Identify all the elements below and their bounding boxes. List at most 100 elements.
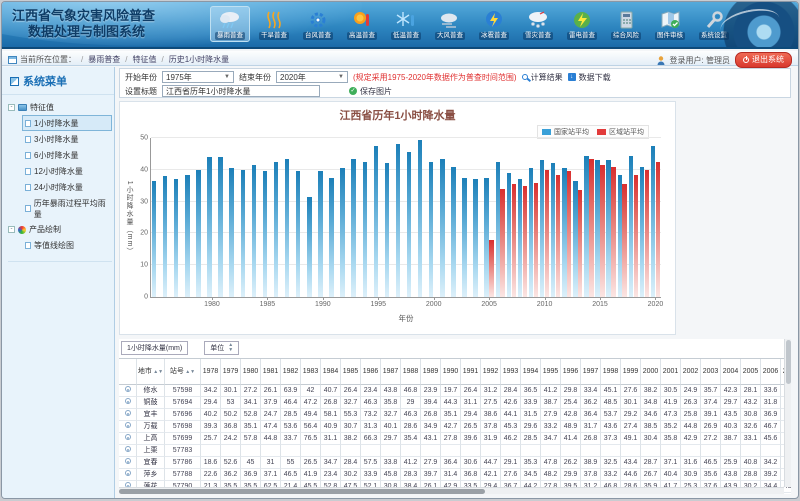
value-cell: 18.6 [201, 457, 221, 469]
nav-item-low-temp[interactable]: 低温普查 [386, 6, 426, 42]
nav-item-snow[interactable]: 雪灾普查 [518, 6, 558, 42]
table-vertical-scrollbar[interactable] [784, 339, 791, 487]
station-name-cell: 上栗 [137, 445, 165, 457]
sidebar-item-6h-precip[interactable]: 6小时降水量 [22, 147, 112, 163]
save-image-button[interactable]: ✓ 保存图片 [349, 86, 392, 97]
row-select-icon[interactable] [119, 445, 137, 457]
station-name-cell: 宜丰 [137, 409, 165, 421]
nav-item-hail[interactable]: 冰雹普查 [474, 6, 514, 42]
row-select-icon[interactable] [119, 457, 137, 469]
nav-item-drought[interactable]: 干旱普查 [254, 6, 294, 42]
value-cell [581, 445, 601, 457]
table-row[interactable]: 宜丰5769640.250.252.824.728.549.458.155.37… [119, 409, 791, 421]
value-cell [701, 445, 721, 457]
row-select-icon[interactable] [119, 409, 137, 421]
value-cell: 30.1 [221, 385, 241, 397]
legend-item-regional[interactable]: 区域站平均 [597, 127, 644, 137]
chart-bar-national [340, 168, 344, 297]
nav-item-lightning[interactable]: 雷电普查 [562, 6, 602, 42]
table-row[interactable]: 万载5769839.336.835.147.453.656.440.930.73… [119, 421, 791, 433]
start-year-select[interactable]: 1975年 ▼ [162, 71, 234, 83]
value-cell: 31.3 [361, 421, 381, 433]
nav-item-map-review[interactable]: 图件审核 [650, 6, 690, 42]
range-hint-text: (规定采用1975-2020年数据作为普查时间范围) [353, 72, 517, 83]
station-icon [125, 458, 131, 464]
end-year-select[interactable]: 2020年 ▼ [276, 71, 348, 83]
row-select-icon[interactable] [119, 421, 137, 433]
collapse-toggle-icon[interactable]: - [8, 104, 15, 111]
nav-item-comprehensive-risk[interactable]: 综合风险 [606, 6, 646, 42]
nav-item-typhoon[interactable]: 台风普查 [298, 6, 338, 42]
value-cell: 33.9 [521, 397, 541, 409]
table-row[interactable]: 修水5759834.230.127.226.163.94240.726.423.… [119, 385, 791, 397]
logout-button[interactable]: 退出系统 [735, 52, 792, 68]
user-icon [657, 56, 665, 65]
value-cell: 44.3 [441, 397, 461, 409]
chart-bar-national [529, 168, 533, 297]
download-button[interactable]: ↓ 数据下载 [568, 72, 611, 83]
value-cell: 32.7 [381, 409, 401, 421]
chart-bar-national [429, 162, 433, 297]
sidebar-item-product-drawing[interactable]: - 产品绘制 [8, 222, 112, 237]
unit-sort-box[interactable]: 单位 ▲▼ [204, 341, 239, 355]
value-cell: 29.7 [721, 397, 741, 409]
value-cell: 45.3 [501, 421, 521, 433]
row-select-icon[interactable] [119, 397, 137, 409]
chart-title-input[interactable] [162, 85, 320, 97]
value-cell [541, 445, 561, 457]
value-cell [521, 445, 541, 457]
value-cell: 28.4 [341, 457, 361, 469]
sidebar-item-24h-precip[interactable]: 24小时降水量 [22, 179, 112, 195]
value-cell: 28.4 [501, 385, 521, 397]
station-name-cell: 上高 [137, 433, 165, 445]
chart-bar-regional [645, 170, 649, 297]
value-cell: 31.8 [761, 397, 781, 409]
row-select-icon[interactable] [119, 385, 137, 397]
breadcrumb-item-survey[interactable]: 暴雨普查 [88, 54, 120, 65]
value-cell: 44.8 [681, 421, 701, 433]
table-row[interactable]: 宜春5778618.652.645315526.534.728.457.533.… [119, 457, 791, 469]
sidebar-item-1h-precip[interactable]: 1小时降水量 [22, 115, 112, 131]
breadcrumb-item-feature[interactable]: 特征值 [132, 54, 156, 65]
station-icon [125, 422, 131, 428]
sidebar-item-storm-process-avg[interactable]: 历年暴雨过程平均雨量 [22, 195, 112, 222]
nav-item-rainstorm[interactable]: 暴雨普查 [210, 6, 250, 42]
row-select-icon[interactable] [119, 469, 137, 481]
sidebar-item-feature-values[interactable]: - 特征值 [8, 100, 112, 115]
station-id-cell: 57699 [165, 433, 201, 445]
value-cell: 40.7 [321, 385, 341, 397]
collapse-toggle-icon[interactable]: - [8, 226, 15, 233]
value-cell: 27.5 [481, 397, 501, 409]
sort-arrows-icon[interactable]: ▲▼ [152, 369, 163, 375]
nav-item-high-temp[interactable]: 高温普查 [342, 6, 382, 42]
sort-arrows-icon[interactable]: ▲▼ [184, 369, 195, 375]
table-row[interactable]: 上栗57783 [119, 445, 791, 457]
value-cell: 38.2 [641, 385, 661, 397]
year-header-cell: 1998 [601, 359, 621, 385]
lightning-icon [569, 9, 595, 31]
table-row[interactable]: 铜鼓5769429.45334.137.946.447.226.832.746.… [119, 397, 791, 409]
x-axis-tick-label: 1995 [370, 301, 386, 308]
station-id-cell: 57698 [165, 421, 201, 433]
table-row[interactable]: 上高5769925.724.257.844.833.776.531.138.26… [119, 433, 791, 445]
city-column-header[interactable]: 地市 ▲▼ [137, 359, 165, 385]
sidebar-item-12h-precip[interactable]: 12小时降水量 [22, 163, 112, 179]
nav-item-gale[interactable]: 大风普查 [430, 6, 470, 42]
value-cell: 31.5 [521, 409, 541, 421]
station-column-header[interactable]: 站号 ▲▼ [165, 359, 201, 385]
sidebar-item-isoline-drawing[interactable]: 等值线绘图 [22, 237, 112, 253]
metric-filter-box[interactable]: 1小时降水量(mm) [121, 341, 188, 355]
value-cell [681, 445, 701, 457]
low-temp-snowflake-icon [393, 9, 419, 31]
row-select-icon[interactable] [119, 433, 137, 445]
table-horizontal-scrollbar[interactable] [119, 487, 784, 494]
table-row[interactable]: 萍乡5778822.636.236.937.146.541.923.430.23… [119, 469, 791, 481]
value-cell: 48.2 [541, 469, 561, 481]
legend-swatch-regional [597, 129, 606, 135]
station-icon [125, 386, 131, 392]
value-cell: 39.6 [461, 433, 481, 445]
calculate-button[interactable]: 计算结果 [522, 72, 563, 83]
legend-item-national[interactable]: 国家站平均 [542, 127, 589, 137]
value-cell: 41.2 [541, 385, 561, 397]
sidebar-item-3h-precip[interactable]: 3小时降水量 [22, 131, 112, 147]
